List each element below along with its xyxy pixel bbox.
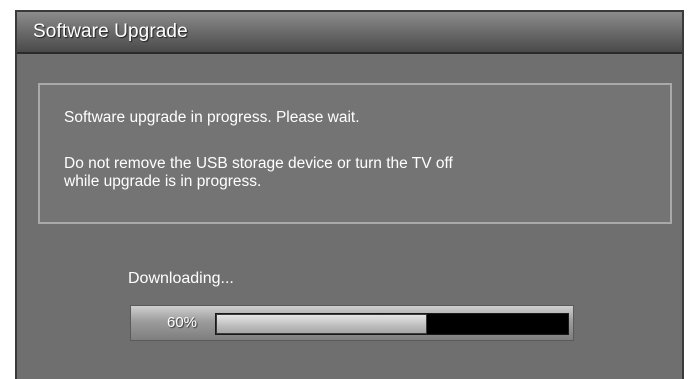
progress-bar-fill xyxy=(216,314,428,334)
dialog-title: Software Upgrade xyxy=(33,21,188,42)
usb-warning-line1: Do not remove the USB storage device or … xyxy=(64,155,453,172)
software-upgrade-dialog: Software Upgrade Software upgrade in pro… xyxy=(15,10,684,379)
progress-bar-track xyxy=(215,313,569,335)
progress-panel: 60% xyxy=(130,305,574,341)
usb-warning-line2: while upgrade is in progress. xyxy=(64,173,262,190)
upgrade-status-message: Software upgrade in progress. Please wai… xyxy=(64,109,360,126)
progress-percent-label: 60% xyxy=(167,314,198,331)
dialog-titlebar: Software Upgrade xyxy=(17,12,682,54)
download-status-label: Downloading... xyxy=(128,270,234,287)
upgrade-message-box: Software upgrade in progress. Please wai… xyxy=(38,83,672,224)
